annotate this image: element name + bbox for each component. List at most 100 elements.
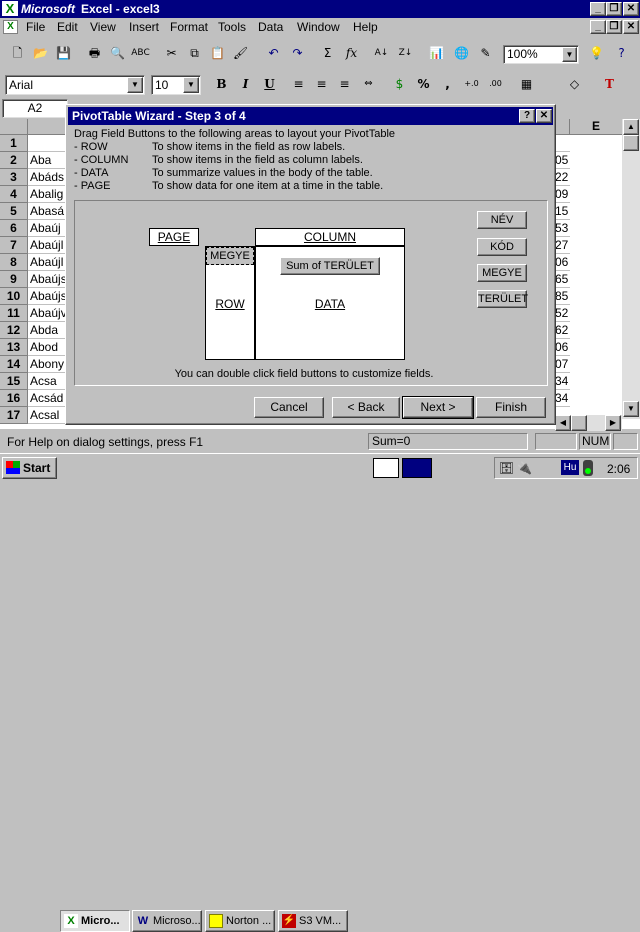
- menu-window[interactable]: Window: [297, 18, 340, 36]
- row-header[interactable]: 7: [0, 237, 28, 254]
- excel-icon[interactable]: X: [2, 1, 18, 16]
- save-icon[interactable]: 💾: [52, 43, 75, 65]
- cell-d[interactable]: 85: [555, 288, 570, 305]
- sort-descending-icon[interactable]: Z↓: [394, 43, 417, 65]
- cell-d[interactable]: 06: [555, 339, 570, 356]
- taskbar-item-word[interactable]: W Microso...: [132, 910, 202, 932]
- finish-button[interactable]: Finish: [476, 397, 546, 418]
- cell-d[interactable]: 34: [555, 373, 570, 390]
- name-box[interactable]: A2: [2, 99, 68, 118]
- cell-a[interactable]: Aba: [28, 152, 68, 169]
- print-icon[interactable]: 🖶: [83, 43, 106, 65]
- cell-d[interactable]: 34: [555, 390, 570, 407]
- horizontal-scrollbar[interactable]: ◀ ▶: [555, 415, 622, 431]
- cut-icon[interactable]: ✂: [160, 43, 183, 65]
- row-header[interactable]: 1: [0, 135, 28, 152]
- chart-wizard-icon[interactable]: 📊: [425, 43, 448, 65]
- undo-icon[interactable]: ↶: [262, 43, 285, 65]
- print-preview-icon[interactable]: 🔍: [106, 43, 129, 65]
- row-header[interactable]: 3: [0, 169, 28, 186]
- borders-icon[interactable]: ▦: [515, 74, 538, 96]
- cell-a[interactable]: Acsa: [28, 373, 68, 390]
- format-painter-icon[interactable]: 🖌: [229, 43, 252, 65]
- close-icon[interactable]: ✕: [623, 2, 639, 16]
- decrease-decimal-icon[interactable]: .00: [484, 74, 507, 96]
- row-area[interactable]: MEGYE ROW: [205, 246, 255, 360]
- drawing-icon[interactable]: ✎: [474, 43, 497, 65]
- function-wizard-icon[interactable]: fx: [340, 43, 363, 65]
- scroll-right-icon[interactable]: ▶: [605, 415, 621, 431]
- percent-button[interactable]: %: [412, 74, 435, 96]
- cell-a[interactable]: Abda: [28, 322, 68, 339]
- scroll-thumb[interactable]: [623, 135, 639, 151]
- menu-insert[interactable]: Insert: [129, 18, 159, 36]
- doc-icon[interactable]: X: [3, 20, 18, 34]
- row-header[interactable]: 5: [0, 203, 28, 220]
- cell-a[interactable]: [28, 135, 68, 152]
- cell-d[interactable]: 09: [555, 186, 570, 203]
- cell-a[interactable]: Acsal: [28, 407, 68, 424]
- cell-a[interactable]: Abaújl: [28, 254, 68, 271]
- taskbar-item-excel[interactable]: X Micro...: [60, 910, 130, 932]
- fill-color-icon[interactable]: ◇: [563, 74, 586, 96]
- help-icon[interactable]: ?: [610, 43, 633, 65]
- scroll-down-icon[interactable]: ▼: [623, 401, 639, 417]
- currency-icon[interactable]: $: [388, 74, 411, 96]
- spelling-icon[interactable]: ABC: [129, 43, 152, 65]
- cell-a[interactable]: Abaújs: [28, 288, 68, 305]
- next-button[interactable]: Next >: [402, 396, 474, 419]
- row-header[interactable]: 6: [0, 220, 28, 237]
- underline-button[interactable]: U: [258, 74, 281, 96]
- map-icon[interactable]: 🌐: [450, 43, 473, 65]
- tray-plug-icon[interactable]: 🔌: [517, 461, 532, 475]
- cell-d[interactable]: 15: [555, 203, 570, 220]
- row-header[interactable]: 10: [0, 288, 28, 305]
- redo-icon[interactable]: ↷: [286, 43, 309, 65]
- field-button-kod[interactable]: KÓD: [477, 238, 527, 256]
- comma-button[interactable]: ,: [436, 74, 459, 96]
- hscroll-thumb[interactable]: [571, 415, 587, 431]
- scroll-up-icon[interactable]: ▲: [623, 119, 639, 135]
- cell-d[interactable]: 22: [555, 169, 570, 186]
- row-header[interactable]: 9: [0, 271, 28, 288]
- tray-traffic-light-icon[interactable]: [583, 460, 593, 476]
- column-header-d[interactable]: [555, 119, 570, 135]
- cell-a[interactable]: Abaúj: [28, 220, 68, 237]
- cell-a[interactable]: Abáds: [28, 169, 68, 186]
- taskbar-item-s3[interactable]: ⚡ S3 VM...: [278, 910, 348, 932]
- page-area[interactable]: PAGE: [149, 228, 199, 246]
- italic-button[interactable]: I: [234, 74, 257, 96]
- align-right-icon[interactable]: ≡: [333, 74, 356, 96]
- data-field-sum-terulet[interactable]: Sum of TERÜLET: [280, 257, 380, 275]
- font-dropdown-icon[interactable]: ▼: [127, 77, 143, 93]
- open-icon[interactable]: 📂: [29, 43, 52, 65]
- doc-close-icon[interactable]: ✕: [623, 20, 639, 34]
- new-icon[interactable]: 🗋: [6, 43, 29, 65]
- copy-icon[interactable]: ⧉: [183, 43, 206, 65]
- field-button-megye[interactable]: MEGYE: [477, 264, 527, 282]
- scroll-left-icon[interactable]: ◀: [555, 415, 571, 431]
- cell-d[interactable]: [555, 135, 570, 152]
- increase-decimal-icon[interactable]: +.0: [460, 74, 483, 96]
- select-all-corner[interactable]: [0, 119, 28, 135]
- column-header-e[interactable]: E: [570, 119, 622, 135]
- cell-a[interactable]: Abasá: [28, 203, 68, 220]
- paste-icon[interactable]: 📋: [206, 43, 229, 65]
- menu-view[interactable]: View: [90, 18, 116, 36]
- doc-minimize-icon[interactable]: _: [590, 20, 606, 34]
- row-header[interactable]: 16: [0, 390, 28, 407]
- align-left-icon[interactable]: ≡: [287, 74, 310, 96]
- menu-edit[interactable]: Edit: [57, 18, 78, 36]
- sort-ascending-icon[interactable]: A↓: [370, 43, 393, 65]
- doc-restore-icon[interactable]: ❐: [606, 20, 622, 34]
- row-header[interactable]: 8: [0, 254, 28, 271]
- column-header-a[interactable]: [28, 119, 68, 135]
- row-field-megye[interactable]: MEGYE: [206, 247, 254, 265]
- tray-device-icon[interactable]: 🗄: [499, 461, 514, 475]
- taskbar-item-norton[interactable]: Norton ...: [205, 910, 275, 932]
- size-dropdown-icon[interactable]: ▼: [183, 77, 199, 93]
- dialog-help-button[interactable]: ?: [519, 109, 535, 123]
- menu-help[interactable]: Help: [353, 18, 378, 36]
- cell-d[interactable]: 07: [555, 356, 570, 373]
- cell-a[interactable]: Abod: [28, 339, 68, 356]
